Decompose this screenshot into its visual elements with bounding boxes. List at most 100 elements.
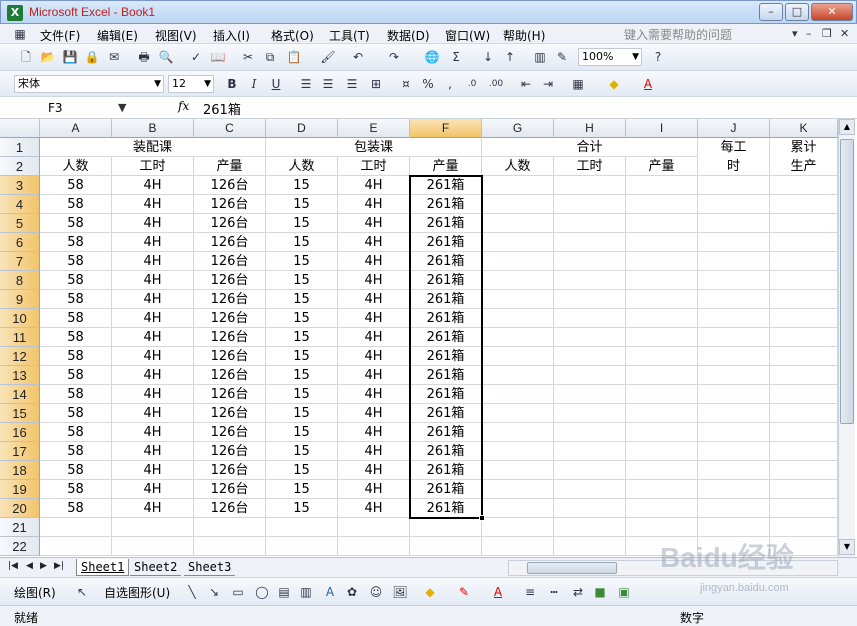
row-header-12[interactable]: 12 [0,347,40,366]
column-header-c[interactable]: C [194,119,266,138]
prev-sheet-icon[interactable]: ◀ [26,561,33,571]
table-cell[interactable]: 15 [266,461,338,480]
table-cell[interactable] [626,385,698,404]
table-cell[interactable] [482,290,554,309]
table-cell[interactable]: 261箱 [410,423,482,442]
table-cell[interactable] [698,233,770,252]
help-icon[interactable]: ? [650,49,666,65]
table-cell[interactable] [626,461,698,480]
table-cell[interactable] [698,252,770,271]
table-cell[interactable]: 58 [40,385,112,404]
autosum-icon[interactable]: Σ [448,49,464,65]
table-cell[interactable]: 126台 [194,347,266,366]
currency-icon[interactable]: ¤ [398,76,414,92]
table-cell[interactable] [482,480,554,499]
table-cell[interactable] [770,480,838,499]
menu-insert[interactable]: 插入(I) [213,27,250,44]
table-cell[interactable] [554,233,626,252]
menu-format[interactable]: 格式(O) [271,27,314,44]
table-cell[interactable] [554,442,626,461]
table-cell[interactable] [626,518,698,537]
table-cell[interactable]: 15 [266,309,338,328]
table-cell[interactable] [626,271,698,290]
formula-input[interactable]: 261箱 [203,99,241,118]
document-icon[interactable]: ▦ [12,26,28,42]
table-cell[interactable]: 58 [40,214,112,233]
table-cell[interactable]: 4H [338,309,410,328]
line-icon[interactable]: ╲ [184,584,200,600]
textbox-icon[interactable]: ▤ [276,584,292,600]
table-cell[interactable] [482,271,554,290]
table-cell[interactable]: 15 [266,176,338,195]
table-cell[interactable]: 4H [112,176,194,195]
table-cell[interactable] [554,176,626,195]
table-cell[interactable]: 15 [266,442,338,461]
table-cell[interactable]: 4H [112,252,194,271]
table-cell[interactable] [698,518,770,537]
table-cell[interactable] [482,309,554,328]
vertical-textbox-icon[interactable]: ▥ [298,584,314,600]
sheet-tab-3[interactable]: Sheet3 [184,559,236,576]
table-cell[interactable] [626,214,698,233]
row-header-13[interactable]: 13 [0,366,40,385]
table-cell[interactable]: 4H [338,423,410,442]
row-header-16[interactable]: 16 [0,423,40,442]
oval-icon[interactable]: ◯ [254,584,270,600]
comma-icon[interactable]: , [442,76,458,92]
table-cell[interactable] [554,309,626,328]
table-cell[interactable]: 261箱 [410,271,482,290]
table-cell[interactable]: 4H [338,290,410,309]
table-cell[interactable]: 126台 [194,233,266,252]
table-cell[interactable]: 4H [112,214,194,233]
table-cell[interactable]: 58 [40,366,112,385]
table-cell[interactable] [482,442,554,461]
table-cell[interactable] [770,423,838,442]
help-search-input[interactable]: 键入需要帮助的问题 [624,26,794,42]
doc-restore-icon[interactable]: ❐ [822,27,832,40]
excel-icon[interactable]: X [7,5,23,21]
table-cell[interactable]: 261箱 [410,461,482,480]
table-cell[interactable] [698,423,770,442]
table-cell[interactable]: 15 [266,290,338,309]
row-header-9[interactable]: 9 [0,290,40,309]
dash-style-icon[interactable]: ┅ [546,584,562,600]
table-cell[interactable]: 261箱 [410,328,482,347]
drawing-icon[interactable]: ✎ [554,49,570,65]
chart-wizard-icon[interactable]: ▥ [532,49,548,65]
table-cell[interactable]: 4H [112,195,194,214]
subheader-cell[interactable]: 工时 [112,157,194,176]
table-cell[interactable]: 126台 [194,328,266,347]
vertical-scrollbar[interactable]: ▲ ▼ [838,119,855,557]
table-cell[interactable] [770,176,838,195]
table-cell[interactable] [626,423,698,442]
table-cell[interactable] [112,518,194,537]
table-cell[interactable]: 126台 [194,195,266,214]
subheader-cell[interactable]: 产量 [626,157,698,176]
table-cell[interactable]: 126台 [194,252,266,271]
table-cell[interactable]: 4H [338,271,410,290]
table-cell[interactable]: 126台 [194,442,266,461]
table-cell[interactable] [770,461,838,480]
select-all-corner[interactable] [0,119,40,138]
table-cell[interactable]: 58 [40,404,112,423]
fill-handle[interactable] [479,515,485,521]
row-header-11[interactable]: 11 [0,328,40,347]
table-cell[interactable]: 261箱 [410,233,482,252]
table-cell[interactable]: 261箱 [410,309,482,328]
table-cell[interactable]: 4H [112,328,194,347]
header-packing-group[interactable]: 包装课 [266,138,482,157]
italic-icon[interactable]: I [246,76,262,92]
fx-icon[interactable]: fx [178,99,189,113]
table-cell[interactable]: 261箱 [410,385,482,404]
shadow-icon[interactable]: ■ [592,584,608,600]
doc-close-icon[interactable]: ✕ [840,27,849,40]
table-cell[interactable] [698,480,770,499]
table-cell[interactable] [770,385,838,404]
row-header-19[interactable]: 19 [0,480,40,499]
table-cell[interactable] [770,366,838,385]
table-cell[interactable]: 15 [266,252,338,271]
row-header-3[interactable]: 3 [0,176,40,195]
row-header-7[interactable]: 7 [0,252,40,271]
table-cell[interactable]: 4H [338,214,410,233]
table-cell[interactable]: 126台 [194,176,266,195]
